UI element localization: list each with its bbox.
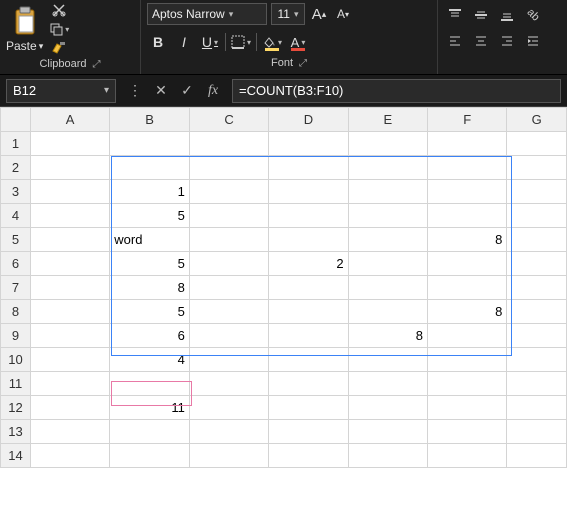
chevron-down-icon: ▾ xyxy=(278,38,282,47)
align-right-button[interactable] xyxy=(496,30,518,52)
row-header[interactable]: 6 xyxy=(1,252,31,276)
paste-label: Paste xyxy=(6,39,37,53)
row-header[interactable]: 1 xyxy=(1,132,31,156)
italic-button[interactable]: I xyxy=(173,31,195,53)
chevron-down-icon: ▾ xyxy=(39,41,44,52)
font-size-value: 11 xyxy=(278,7,290,21)
alignment-group: ab xyxy=(437,0,567,74)
cell[interactable]: 5 xyxy=(110,252,190,276)
copy-button[interactable]: ▾ xyxy=(49,21,69,37)
cell[interactable]: 5 xyxy=(110,204,190,228)
col-header[interactable]: D xyxy=(269,108,348,132)
row-header[interactable]: 4 xyxy=(1,204,31,228)
cell[interactable]: 2 xyxy=(269,252,348,276)
chevron-down-icon: ▾ xyxy=(229,9,234,20)
cell[interactable]: 8 xyxy=(427,300,506,324)
col-header[interactable]: C xyxy=(189,108,268,132)
format-painter-button[interactable] xyxy=(49,40,69,56)
formula-bar: B12 ▾ ⋮ ✕ ✓ fx =COUNT(B3:F10) xyxy=(0,75,567,107)
dialog-launcher-icon[interactable]: ⤢ xyxy=(299,58,307,69)
align-middle-button[interactable] xyxy=(470,4,492,26)
row-header[interactable]: 9 xyxy=(1,324,31,348)
align-center-button[interactable] xyxy=(470,30,492,52)
chevron-down-icon: ▾ xyxy=(294,9,299,20)
chevron-down-icon: ▾ xyxy=(65,25,69,34)
cell[interactable]: 11 xyxy=(110,396,190,420)
chevron-down-icon: ▾ xyxy=(247,38,251,47)
fill-color-button[interactable]: ▾ xyxy=(261,31,283,53)
font-name-select[interactable]: Aptos Narrow ▾ xyxy=(147,3,267,25)
col-header[interactable]: B xyxy=(110,108,190,132)
font-size-select[interactable]: 11 ▾ xyxy=(271,3,305,25)
dialog-launcher-icon[interactable]: ⤢ xyxy=(93,59,101,70)
increase-font-button[interactable]: A▴ xyxy=(309,4,329,24)
col-header[interactable]: E xyxy=(348,108,427,132)
chevron-down-icon: ▾ xyxy=(214,38,218,47)
row-header[interactable]: 10 xyxy=(1,348,31,372)
fx-icon[interactable]: fx xyxy=(204,83,222,99)
clipboard-group: Paste ▾ ▾ Clipboard ⤢ xyxy=(0,0,140,74)
row-header[interactable]: 5 xyxy=(1,228,31,252)
align-bottom-button[interactable] xyxy=(496,4,518,26)
row-header[interactable]: 14 xyxy=(1,444,31,468)
decrease-font-button[interactable]: A▾ xyxy=(333,4,353,24)
cell[interactable]: word xyxy=(110,228,190,252)
row-header[interactable]: 13 xyxy=(1,420,31,444)
underline-button[interactable]: U▾ xyxy=(199,31,221,53)
formula-value: =COUNT(B3:F10) xyxy=(239,83,343,98)
cell[interactable]: 4 xyxy=(110,348,190,372)
ribbon: Paste ▾ ▾ Clipboard ⤢ xyxy=(0,0,567,75)
chevron-down-icon: ▾ xyxy=(104,85,109,96)
cell[interactable]: 6 xyxy=(110,324,190,348)
cancel-icon[interactable]: ✕ xyxy=(152,82,170,99)
col-header[interactable]: G xyxy=(507,108,567,132)
font-color-button[interactable]: A ▾ xyxy=(287,31,309,53)
font-group: Aptos Narrow ▾ 11 ▾ A▴ A▾ B I U▾ xyxy=(140,0,437,74)
orientation-button[interactable]: ab xyxy=(522,4,544,26)
enter-icon[interactable]: ✓ xyxy=(178,82,196,99)
cell[interactable]: 8 xyxy=(110,276,190,300)
paste-button[interactable]: Paste ▾ xyxy=(6,5,43,53)
align-top-button[interactable] xyxy=(444,4,466,26)
formula-input[interactable]: =COUNT(B3:F10) xyxy=(232,79,561,103)
clipboard-icon xyxy=(9,5,41,37)
indent-button[interactable] xyxy=(522,30,544,52)
select-all-corner[interactable] xyxy=(1,108,31,132)
align-left-button[interactable] xyxy=(444,30,466,52)
borders-button[interactable]: ▾ xyxy=(230,31,252,53)
cut-button[interactable] xyxy=(49,2,69,18)
worksheet-grid[interactable]: A B C D E F G 1 2 31 45 5word8 652 78 85… xyxy=(0,107,567,507)
cell[interactable]: 8 xyxy=(348,324,427,348)
col-header[interactable]: A xyxy=(30,108,109,132)
row-header[interactable]: 3 xyxy=(1,180,31,204)
clipboard-group-label: Clipboard xyxy=(39,58,86,70)
bold-button[interactable]: B xyxy=(147,31,169,53)
cell[interactable]: 8 xyxy=(427,228,506,252)
name-box-value: B12 xyxy=(13,83,36,98)
chevron-down-icon: ▾ xyxy=(301,38,305,47)
row-header[interactable]: 8 xyxy=(1,300,31,324)
cell[interactable]: 1 xyxy=(110,180,190,204)
row-header[interactable]: 12 xyxy=(1,396,31,420)
font-group-label: Font xyxy=(271,57,293,69)
cell[interactable]: 5 xyxy=(110,300,190,324)
options-icon[interactable]: ⋮ xyxy=(126,82,144,99)
font-name-value: Aptos Narrow xyxy=(152,7,225,21)
col-header[interactable]: F xyxy=(427,108,506,132)
row-header[interactable]: 2 xyxy=(1,156,31,180)
row-header[interactable]: 11 xyxy=(1,372,31,396)
name-box[interactable]: B12 ▾ xyxy=(6,79,116,103)
row-header[interactable]: 7 xyxy=(1,276,31,300)
